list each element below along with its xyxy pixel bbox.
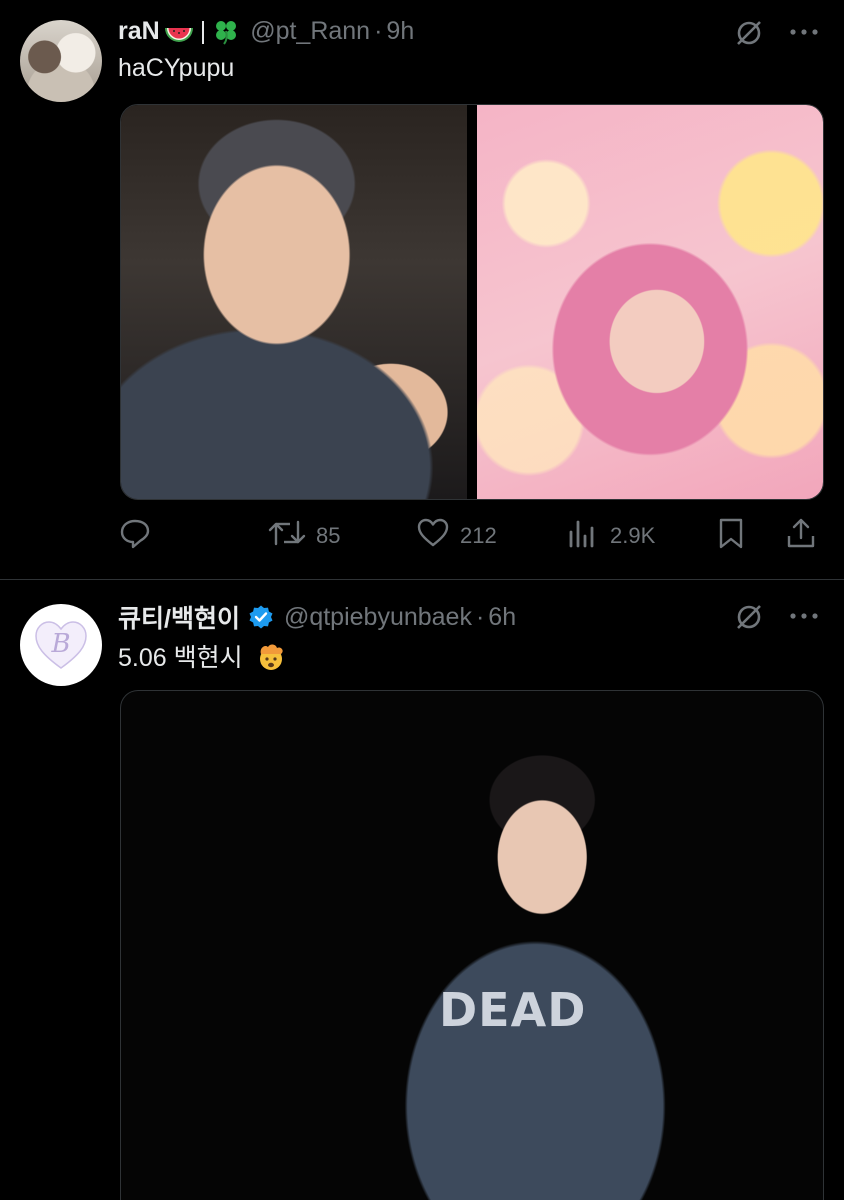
handle[interactable]: @pt_Rann (250, 17, 370, 46)
shirt-print: DEAD (439, 983, 587, 1037)
display-name[interactable]: 큐티/백현이 (118, 599, 240, 635)
more-icon[interactable] (788, 22, 820, 47)
share-icon (784, 516, 818, 556)
avatar-letter: B (51, 629, 71, 659)
share-button[interactable] (784, 514, 818, 558)
tweet-text: 5.06 백현시 (118, 644, 243, 672)
like-count: 212 (460, 523, 497, 548)
photo[interactable] (477, 105, 823, 499)
tweet-text: haCYpupu (118, 54, 235, 82)
tweet-text-row: 5.06 백현시 (118, 638, 286, 674)
handle[interactable]: @qtpiebyunbaek (284, 603, 472, 632)
timestamp[interactable]: 9h (386, 17, 414, 46)
separator-dot: · (475, 602, 485, 631)
retweet-icon (268, 516, 306, 556)
views-icon (566, 516, 600, 556)
views-button[interactable]: 2.9K (566, 514, 655, 558)
like-icon (416, 516, 450, 556)
watermelon-emoji (164, 21, 194, 42)
grok-icon[interactable] (734, 602, 764, 637)
more-icon[interactable] (788, 606, 820, 631)
retweet-count: 85 (316, 523, 341, 548)
heart-logo: B (33, 619, 89, 671)
views-count: 2.9K (610, 523, 656, 548)
photo[interactable] (121, 105, 467, 499)
separator-dot: · (374, 16, 383, 45)
action-bar: 85 212 2.9K (118, 514, 824, 558)
bookmark-button[interactable] (714, 514, 748, 558)
grok-icon[interactable] (734, 18, 764, 53)
name-separator: | (199, 16, 207, 45)
retweet-button[interactable]: 85 (268, 514, 340, 558)
photo[interactable]: DEAD (120, 690, 824, 1200)
exploding-head-emoji (256, 642, 286, 672)
tweet[interactable]: B 큐티/백현이 @qtpiebyunbaek · 6h 5.06 백현시 DE… (0, 580, 844, 1200)
tweet[interactable]: raN | @pt_Rann · 9h haCYpupu 85 212 2.9K (0, 0, 844, 580)
bookmark-icon (714, 516, 748, 556)
avatar[interactable]: B (20, 604, 102, 686)
timestamp[interactable]: 6h (488, 603, 516, 632)
like-button[interactable]: 212 (416, 514, 497, 558)
clover-emoji (212, 17, 240, 45)
display-name[interactable]: raN (118, 17, 160, 46)
reply-button[interactable] (118, 514, 152, 558)
media-grid[interactable] (120, 104, 824, 500)
verified-icon (248, 604, 274, 630)
avatar[interactable] (20, 20, 102, 102)
tweet-header: 큐티/백현이 @qtpiebyunbaek · 6h (118, 600, 516, 634)
reply-icon (118, 516, 152, 556)
tweet-header: raN | @pt_Rann · 9h (118, 14, 414, 48)
